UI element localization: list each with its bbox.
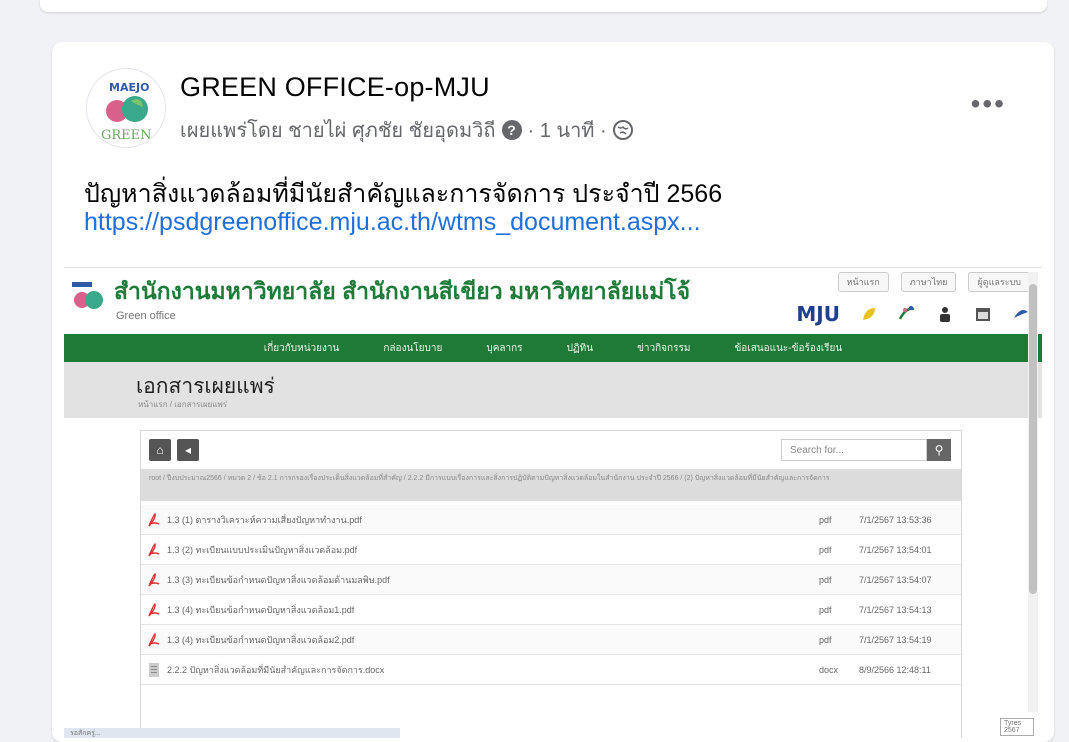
shared-screenshot[interactable]: สำนักงานมหาวิทยาลัย สำนักงานสีเขียว มหาว… xyxy=(64,267,1042,738)
nav-staff[interactable]: บุคลากร xyxy=(486,341,522,356)
file-date: 7/1/2567 13:54:07 xyxy=(859,574,932,585)
page-banner: เอกสารเผยแพร่ หน้าแรก / เอกสารเผยแพร่ xyxy=(64,362,1042,418)
site-subtitle: Green office xyxy=(116,310,176,322)
search-input[interactable]: Search for... xyxy=(781,439,927,461)
breadcrumb[interactable]: หน้าแรก / เอกสารเผยแพร่ xyxy=(138,398,227,411)
file-row[interactable]: 1.3 (4) ทะเบียนข้อกำหนดปัญหาสิ่งแวดล้อม2… xyxy=(141,625,961,655)
pdf-file-icon xyxy=(148,602,160,616)
file-list: 1.3 (1) ตารางวิเคราะห์ความเสี่ยงปัญหาทำง… xyxy=(141,505,961,685)
file-name[interactable]: 1.3 (2) ทะเบียนแบบประเมินปัญหาสิ่งแวดล้อ… xyxy=(167,543,819,557)
pdf-file-icon xyxy=(148,542,160,556)
pdf-file-icon xyxy=(148,512,160,526)
corner-note: Tyres 2567 xyxy=(1000,718,1034,736)
file-row[interactable]: 2.2.2 ปัญหาสิ่งแวดล้อมที่มีนัยสำคัญและกา… xyxy=(141,655,961,685)
leaf-icon[interactable] xyxy=(860,305,878,323)
maejo-green-logo-icon: MAEJO GREEN xyxy=(87,69,165,147)
file-name[interactable]: 1.3 (4) ทะเบียนข้อกำหนดปัญหาสิ่งแวดล้อม2… xyxy=(167,633,819,647)
post-link[interactable]: https://psdgreenoffice.mju.ac.th/wtms_do… xyxy=(84,208,701,237)
file-type: pdf xyxy=(819,604,832,615)
nav-calendar[interactable]: ปฏิทิน xyxy=(567,341,594,356)
file-name[interactable]: 2.2.2 ปัญหาสิ่งแวดล้อมที่มีนัยสำคัญและกา… xyxy=(167,663,819,677)
file-date: 7/1/2567 13:54:19 xyxy=(859,634,932,645)
mju-logo[interactable]: MJU xyxy=(796,302,840,326)
person-icon[interactable] xyxy=(936,305,954,323)
search-button[interactable]: ⚲ xyxy=(927,439,951,461)
top-link-language[interactable]: ภาษาไทย xyxy=(900,272,957,292)
top-link-home[interactable]: หน้าแรก xyxy=(837,272,889,292)
home-button[interactable]: ⌂ xyxy=(149,439,171,461)
scrollbar-thumb[interactable] xyxy=(1029,284,1037,594)
file-date: 8/9/2566 12:48:11 xyxy=(859,664,931,675)
document-panel: ⌂ ◂ Search for... ⚲ root / ปีงบประมาณ256… xyxy=(140,430,962,738)
file-type: pdf xyxy=(819,514,832,525)
file-name[interactable]: 1.3 (4) ทะเบียนข้อกำหนดปัญหาสิ่งแวดล้อม1… xyxy=(167,603,819,617)
globe-icon[interactable] xyxy=(612,120,633,140)
file-name[interactable]: 1.3 (3) ทะเบียนข้อกำหนดปัญหาสิ่งแวดล้อมด… xyxy=(167,573,819,587)
site-header: สำนักงานมหาวิทยาลัย สำนักงานสีเขียว มหาว… xyxy=(64,268,1042,332)
file-row[interactable]: 1.3 (3) ทะเบียนข้อกำหนดปัญหาสิ่งแวดล้อมด… xyxy=(141,565,961,595)
site-icon-row: MJU xyxy=(796,302,1030,326)
file-date: 7/1/2567 13:53:36 xyxy=(859,514,932,525)
avatar-logo-text: MAEJO xyxy=(109,81,149,94)
file-type: pdf xyxy=(819,634,832,645)
top-link-admin[interactable]: ผู้ดูแลระบบ xyxy=(968,272,1030,292)
post-card: MAEJO GREEN GREEN OFFICE-op-MJU เผยแพร่โ… xyxy=(52,42,1054,742)
back-button[interactable]: ◂ xyxy=(177,439,199,461)
file-type: pdf xyxy=(819,544,832,555)
folder-path: root / ปีงบประมาณ2566 / หมวด 2 / ข้อ 2.1… xyxy=(141,469,961,501)
file-type: docx xyxy=(819,664,839,675)
calendar-icon[interactable] xyxy=(974,305,992,323)
file-date: 7/1/2567 13:54:13 xyxy=(859,604,932,615)
file-name[interactable]: 1.3 (1) ตารางวิเคราะห์ความเสี่ยงปัญหาทำง… xyxy=(167,513,819,527)
swoosh-icon[interactable] xyxy=(898,305,916,323)
pdf-file-icon xyxy=(148,632,160,646)
avatar-logo-sub: GREEN xyxy=(101,128,152,143)
pdf-file-icon xyxy=(148,572,160,586)
page-avatar[interactable]: MAEJO GREEN xyxy=(86,68,166,148)
top-links: หน้าแรก ภาษาไทย ผู้ดูแลระบบ xyxy=(837,272,1030,292)
more-options-button[interactable]: ••• xyxy=(971,88,1006,120)
post-time[interactable]: · 1 นาที · xyxy=(528,114,607,146)
nav-about[interactable]: เกี่ยวกับหน่วยงาน xyxy=(264,341,340,356)
file-date: 7/1/2567 13:54:01 xyxy=(859,544,932,555)
file-row[interactable]: 1.3 (1) ตารางวิเคราะห์ความเสี่ยงปัญหาทำง… xyxy=(141,505,961,535)
site-title: สำนักงานมหาวิทยาลัย สำนักงานสีเขียว มหาว… xyxy=(114,278,691,304)
file-type: pdf xyxy=(819,574,832,585)
site-logo-icon xyxy=(72,282,103,309)
file-row[interactable]: 1.3 (2) ทะเบียนแบบประเมินปัญหาสิ่งแวดล้อ… xyxy=(141,535,961,565)
question-icon[interactable]: ? xyxy=(501,120,522,140)
nav-policy[interactable]: กล่องนโยบาย xyxy=(383,341,442,356)
scrollbar[interactable] xyxy=(1028,272,1038,712)
previous-post-card xyxy=(40,0,1047,12)
published-by[interactable]: เผยแพร่โดย ชายไผ่ ศุภชัย ชัยอุดมวิถี xyxy=(180,114,496,146)
site-nav: เกี่ยวกับหน่วยงาน กล่องนโยบาย บุคลากร ปฏ… xyxy=(64,334,1042,362)
doc-file-icon xyxy=(149,662,159,677)
page-name[interactable]: GREEN OFFICE-op-MJU xyxy=(180,72,490,103)
post-meta: เผยแพร่โดย ชายไผ่ ศุภชัย ชัยอุดมวิถี ? ·… xyxy=(180,114,633,146)
file-row[interactable]: 1.3 (4) ทะเบียนข้อกำหนดปัญหาสิ่งแวดล้อม1… xyxy=(141,595,961,625)
nav-feedback[interactable]: ข้อเสนอแนะ-ข้อร้องเรียน xyxy=(734,341,842,356)
nav-news[interactable]: ข่าวกิจกรรม xyxy=(637,341,690,356)
